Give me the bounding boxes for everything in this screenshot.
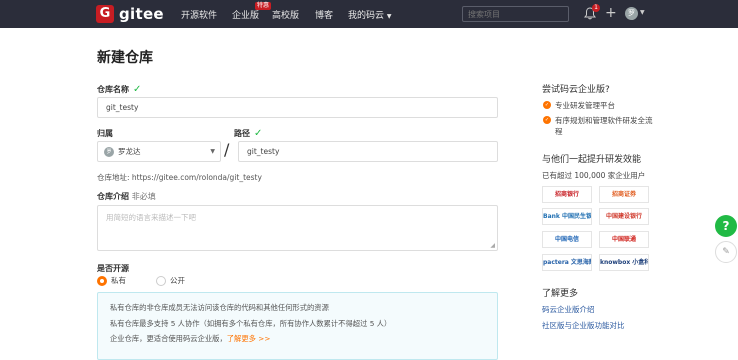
nav-link-my-gitee[interactable]: 我的码云 ▼ [348, 8, 392, 21]
chevron-down-icon[interactable]: ▼ [640, 9, 645, 16]
user-avatar[interactable]: 罗 [625, 7, 638, 20]
help-button[interactable]: ? [715, 215, 737, 237]
check-icon: ✓ [254, 128, 263, 139]
enterprise-intro-link[interactable]: 码云企业版介绍 [542, 304, 595, 315]
private-radio[interactable] [97, 275, 107, 286]
repo-name-input[interactable]: git_testy [97, 97, 498, 118]
description-label-text: 仓库介绍 [97, 192, 129, 201]
info-line-1: 私有仓库的非仓库成员无法访问该仓库的代码和其他任何形式的资源 [110, 303, 329, 312]
chevron-down-icon: ▼ [386, 13, 392, 20]
notification-count-badge: 1 [592, 4, 600, 12]
private-info-box: 私有仓库的非仓库成员无法访问该仓库的代码和其他任何形式的资源 私有仓库最多支持 … [97, 292, 498, 360]
customer-logo: 中国建设银行 [599, 208, 649, 225]
info-line-2: 私有仓库最多支持 5 人协作（如拥有多个私有仓库，所有协作人数累计不得超过 5 … [110, 318, 392, 328]
customer-logo: 招商银行 [542, 186, 592, 203]
caret-down-icon: ▼ [210, 148, 215, 155]
hot-badge: 特惠 [255, 2, 272, 10]
feature-text: 有序规划和管理软件研发全流程 [555, 116, 653, 136]
info-line-3-text: 企业仓库，更适合使用码云企业版， [110, 334, 227, 343]
customer-logo: Bank 中国民生银行 [542, 208, 592, 225]
customer-logo: pactera 文思海辉 [542, 254, 592, 271]
edition-compare-link[interactable]: 社区版与企业版功能对比 [542, 320, 625, 331]
check-icon: ✓ [133, 84, 142, 95]
public-radio-label[interactable]: 公开 [170, 275, 185, 286]
customer-logo: 中国联通 [599, 231, 649, 248]
customer-logo: 中国电信 [542, 231, 592, 248]
owner-select[interactable]: 罗 罗龙达 ▼ [97, 141, 221, 162]
repo-address: 仓库地址: https://gitee.com/rolonda/git_test… [97, 173, 262, 182]
check-circle-icon: ✓ [543, 101, 551, 109]
path-label-text: 路径 [234, 129, 250, 138]
page-title: 新建仓库 [97, 50, 153, 66]
public-radio[interactable] [156, 275, 166, 286]
gitee-logo[interactable]: G gitee [96, 5, 164, 23]
nav-link-education[interactable]: 高校版 [272, 8, 299, 21]
sidebar-boost-title: 与他们一起提升研发效能 [542, 155, 642, 165]
learn-more-link[interactable]: 了解更多 >> [227, 334, 271, 343]
feature-item: ✓ 专业研发管理平台 [543, 100, 615, 111]
path-label: 路径 ✓ [234, 128, 262, 139]
repo-name-label: 仓库名称 ✓ [97, 84, 141, 95]
visibility-radio-group: 私有 公开 [97, 275, 215, 286]
path-input[interactable]: git_testy [238, 141, 498, 162]
description-placeholder: 用简短的语言来描述一下吧 [106, 213, 196, 222]
customer-logo: 招商证券 [599, 186, 649, 203]
repo-name-label-text: 仓库名称 [97, 85, 129, 94]
search-input[interactable] [462, 6, 569, 22]
gitee-logo-icon: G [96, 5, 114, 23]
nav-link-blog[interactable]: 博客 [315, 8, 333, 21]
private-radio-label[interactable]: 私有 [111, 275, 126, 286]
owner-value: 罗龙达 [118, 147, 141, 156]
sidebar-more-title: 了解更多 [542, 289, 579, 299]
plus-icon[interactable]: + [605, 5, 617, 21]
info-line-3: 企业仓库，更适合使用码云企业版，了解更多 >> [110, 331, 485, 347]
edit-icon[interactable]: ✎ [715, 241, 737, 263]
enterprise-user-count: 已有超过 100,000 家企业用户 [542, 171, 646, 180]
owner-label: 归属 [97, 129, 113, 138]
owner-avatar: 罗 [104, 147, 114, 157]
customer-logo: knowbox 小盒科技 [599, 254, 649, 271]
check-circle-icon: ✓ [543, 116, 551, 124]
resize-handle-icon[interactable]: ◢ [490, 242, 495, 249]
feature-text: 专业研发管理平台 [555, 101, 615, 110]
nav-link-my-gitee-label: 我的码云 [348, 11, 385, 21]
path-separator: / [224, 140, 230, 159]
open-source-label: 是否开源 [97, 264, 129, 273]
description-optional-hint: 非必填 [131, 192, 156, 201]
feature-item: ✓ 有序规划和管理软件研发全流程 [543, 115, 655, 137]
nav-link-open-source[interactable]: 开源软件 [181, 8, 217, 21]
gitee-logo-text: gitee [119, 5, 164, 23]
top-navbar: G gitee 开源软件 企业版 特惠 高校版 博客 我的码云 ▼ 1 + 罗 … [0, 0, 738, 28]
nav-link-enterprise[interactable]: 企业版 [232, 8, 259, 21]
description-label: 仓库介绍 非必填 [97, 191, 156, 202]
description-textarea[interactable]: 用简短的语言来描述一下吧 ◢ [97, 205, 498, 251]
sidebar-try-title: 尝试码云企业版? [542, 85, 610, 95]
